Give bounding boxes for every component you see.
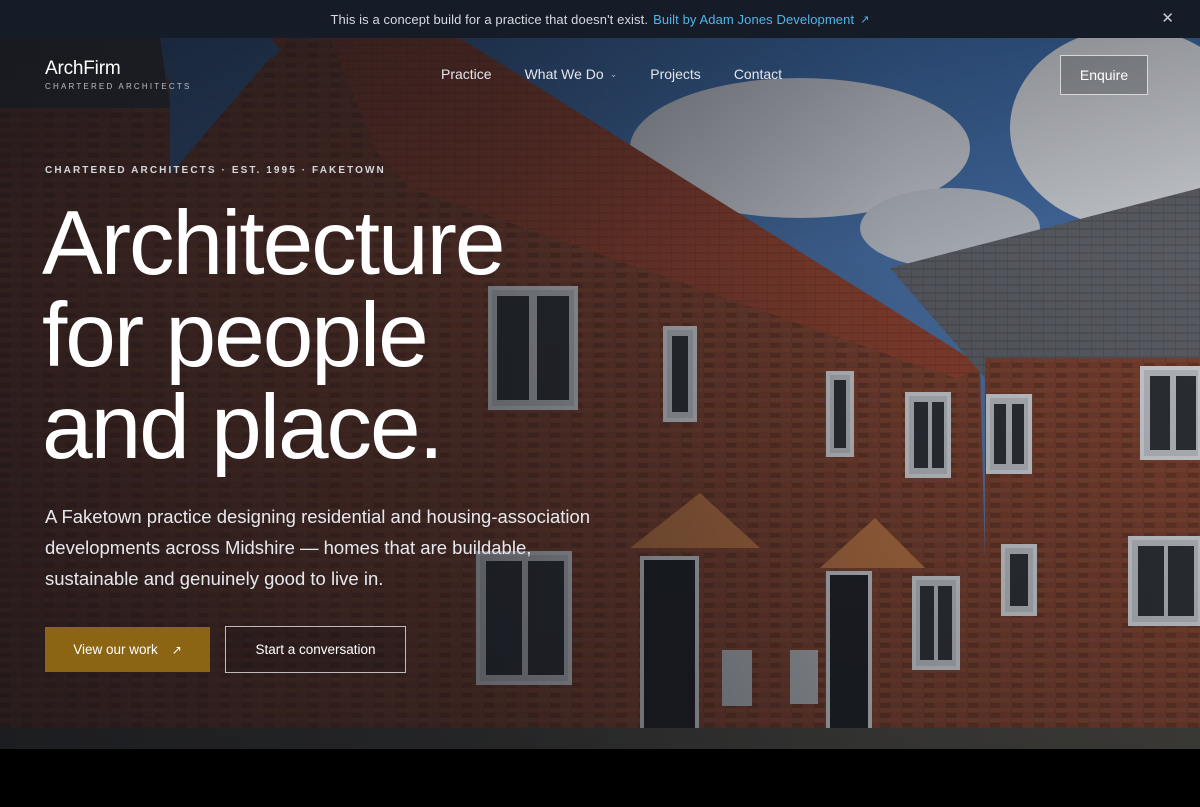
nav-item-label: What We Do [524, 66, 604, 82]
headline-line-3: and place. [42, 377, 444, 478]
banner-credit-link[interactable]: Built by Adam Jones Development ↗ [653, 12, 869, 27]
announcement-banner: This is a concept build for a practice t… [0, 0, 1200, 38]
nav-item-label: Projects [650, 66, 701, 82]
nav-item-contact[interactable]: Contact [734, 66, 782, 82]
button-label: View our work [73, 642, 158, 657]
button-label: Start a conversation [255, 642, 376, 657]
site-logo[interactable]: ArchFirm CHARTERED ARCHITECTS [45, 58, 192, 91]
main-navigation: Practice What We Do ⌄ Projects Contact [441, 66, 782, 82]
logo-tagline: CHARTERED ARCHITECTS [45, 82, 192, 91]
logo-name: ArchFirm [45, 58, 121, 79]
arrow-up-right-icon: ↗ [860, 13, 870, 26]
close-icon[interactable]: ✕ [1161, 10, 1174, 28]
page-bottom-area [0, 749, 1200, 807]
enquire-button[interactable]: Enquire [1060, 55, 1148, 95]
nav-item-practice[interactable]: Practice [441, 66, 492, 82]
hero-section: ArchFirm CHARTERED ARCHITECTS Practice W… [0, 38, 1200, 749]
hero-intro: A Faketown practice designing residentia… [45, 506, 591, 589]
chevron-down-icon: ⌄ [609, 68, 618, 79]
arrow-up-right-icon: ↗ [171, 642, 182, 657]
nav-item-label: Contact [733, 66, 783, 82]
banner-message: This is a concept build for a practice t… [330, 11, 649, 27]
nav-item-label: Practice [441, 66, 492, 82]
nav-item-projects[interactable]: Projects [650, 66, 701, 82]
start-conversation-button[interactable]: Start a conversation [225, 626, 406, 673]
view-our-work-button[interactable]: View our work ↗ [45, 627, 210, 672]
hero-headline: Architecture for people and place. [42, 198, 682, 474]
headline-line-1: Architecture [42, 193, 506, 294]
hero-eyebrow: CHARTERED ARCHITECTS · EST. 1995 · FAKET… [45, 165, 386, 176]
headline-line-2: for people [42, 285, 429, 386]
nav-item-what-we-do[interactable]: What We Do ⌄ [525, 66, 618, 82]
banner-credit-label: Built by Adam Jones Development [653, 11, 855, 27]
